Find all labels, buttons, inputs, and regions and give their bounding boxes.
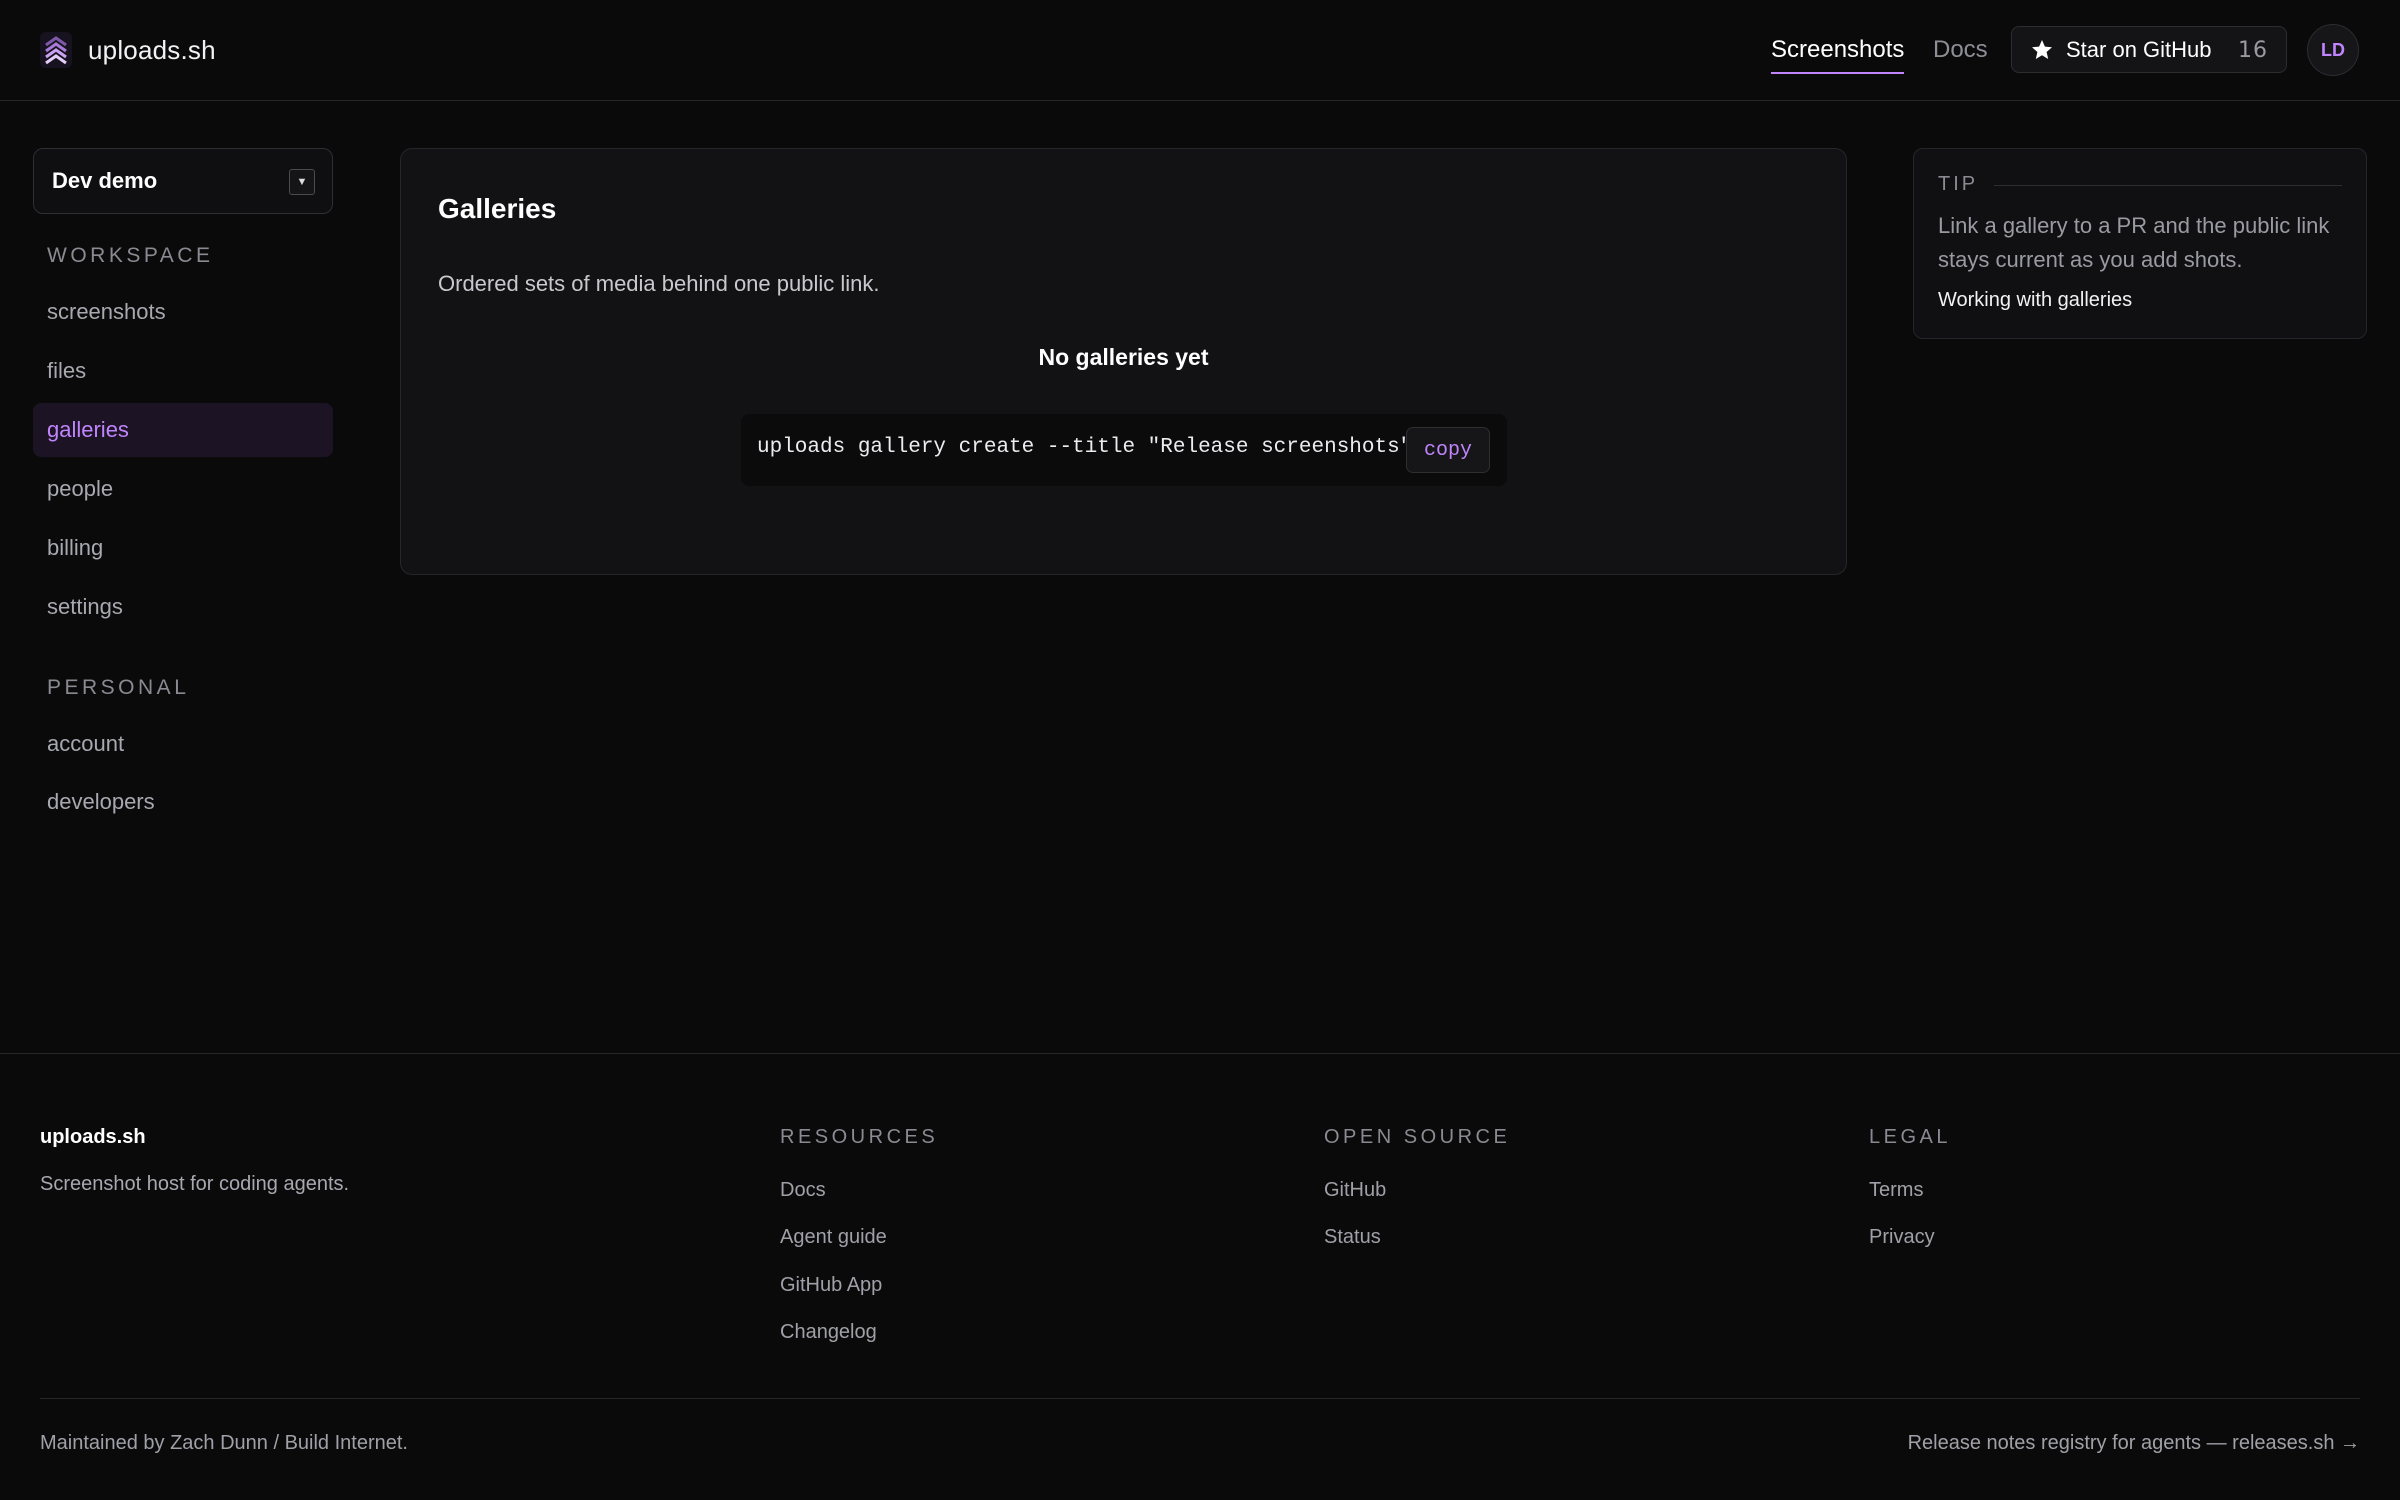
github-star-count: 16 bbox=[2238, 38, 2268, 63]
tip-divider bbox=[1994, 185, 2342, 186]
footer-brand: uploads.sh bbox=[40, 1126, 146, 1148]
sidebar-item-settings[interactable]: settings bbox=[33, 580, 333, 634]
tip-panel: TIP Link a gallery to a PR and the publi… bbox=[1913, 148, 2367, 339]
page-description: Ordered sets of media behind one public … bbox=[438, 271, 880, 296]
uploads-logo-icon bbox=[40, 32, 72, 68]
footer-tagline: Screenshot host for coding agents. bbox=[40, 1173, 350, 1195]
releases-link[interactable]: Release notes registry for agents — rele… bbox=[1908, 1432, 2360, 1455]
footer-link-terms[interactable]: Terms bbox=[1869, 1179, 1923, 1202]
empty-state-title: No galleries yet bbox=[1038, 344, 1209, 370]
sidebar-item-developers[interactable]: developers bbox=[33, 775, 333, 829]
nav-docs[interactable]: Docs bbox=[1933, 36, 1988, 64]
footer-heading-resources: RESOURCES bbox=[780, 1126, 939, 1148]
page-title: Galleries bbox=[438, 193, 557, 224]
footer-link-docs[interactable]: Docs bbox=[780, 1179, 826, 1202]
nav-screenshots[interactable]: Screenshots bbox=[1771, 36, 1905, 74]
github-star-label: Star on GitHub bbox=[2066, 36, 2212, 62]
sidebar-section-personal: PERSONAL bbox=[47, 676, 190, 699]
sidebar-item-billing[interactable]: billing bbox=[33, 521, 333, 575]
footer-heading-legal: LEGAL bbox=[1869, 1126, 1951, 1148]
footer-link-agent-guide[interactable]: Agent guide bbox=[780, 1226, 887, 1249]
sidebar-item-account[interactable]: account bbox=[33, 717, 333, 771]
footer-maintainer: Maintained by Zach Dunn / Build Internet… bbox=[40, 1432, 408, 1454]
footer-heading-open-source: OPEN SOURCE bbox=[1324, 1126, 1511, 1148]
star-on-github-button[interactable]: Star on GitHub 16 bbox=[2011, 26, 2287, 73]
command-snippet: uploads gallery create --title "Release … bbox=[741, 414, 1507, 486]
footer-link-privacy[interactable]: Privacy bbox=[1869, 1226, 1935, 1249]
brand-name: uploads.sh bbox=[88, 34, 216, 65]
chevron-down-icon: ▼ bbox=[289, 169, 315, 195]
sidebar-item-files[interactable]: files bbox=[33, 344, 333, 398]
sidebar-item-galleries[interactable]: galleries bbox=[33, 403, 333, 457]
tip-text: Link a gallery to a PR and the public li… bbox=[1938, 213, 2330, 272]
command-text[interactable]: uploads gallery create --title "Release … bbox=[757, 436, 1412, 459]
sidebar-item-screenshots[interactable]: screenshots bbox=[33, 285, 333, 339]
sidebar-section-workspace: WORKSPACE bbox=[47, 244, 214, 267]
user-avatar[interactable]: LD bbox=[2307, 24, 2359, 76]
brand-logo[interactable]: uploads.sh bbox=[40, 32, 216, 68]
footer-bottom-divider bbox=[40, 1398, 2360, 1399]
star-icon bbox=[2032, 39, 2052, 59]
galleries-card: Galleries Ordered sets of media behind o… bbox=[400, 148, 1847, 575]
workspace-select-label: Dev demo bbox=[52, 168, 158, 193]
footer-link-changelog[interactable]: Changelog bbox=[780, 1321, 877, 1344]
footer-divider bbox=[0, 1053, 2400, 1054]
workspace-select[interactable]: Dev demo ▼ bbox=[33, 148, 333, 214]
copy-button[interactable]: copy bbox=[1406, 427, 1490, 473]
footer-link-github[interactable]: GitHub bbox=[1324, 1179, 1386, 1202]
footer-link-status[interactable]: Status bbox=[1324, 1226, 1381, 1249]
top-bar: uploads.sh Screenshots Docs Star on GitH… bbox=[0, 0, 2400, 101]
sidebar-item-people[interactable]: people bbox=[33, 462, 333, 516]
working-with-galleries-link[interactable]: Working with galleries bbox=[1938, 289, 2132, 312]
tip-label: TIP bbox=[1938, 173, 1979, 195]
footer-link-github-app[interactable]: GitHub App bbox=[780, 1274, 882, 1297]
